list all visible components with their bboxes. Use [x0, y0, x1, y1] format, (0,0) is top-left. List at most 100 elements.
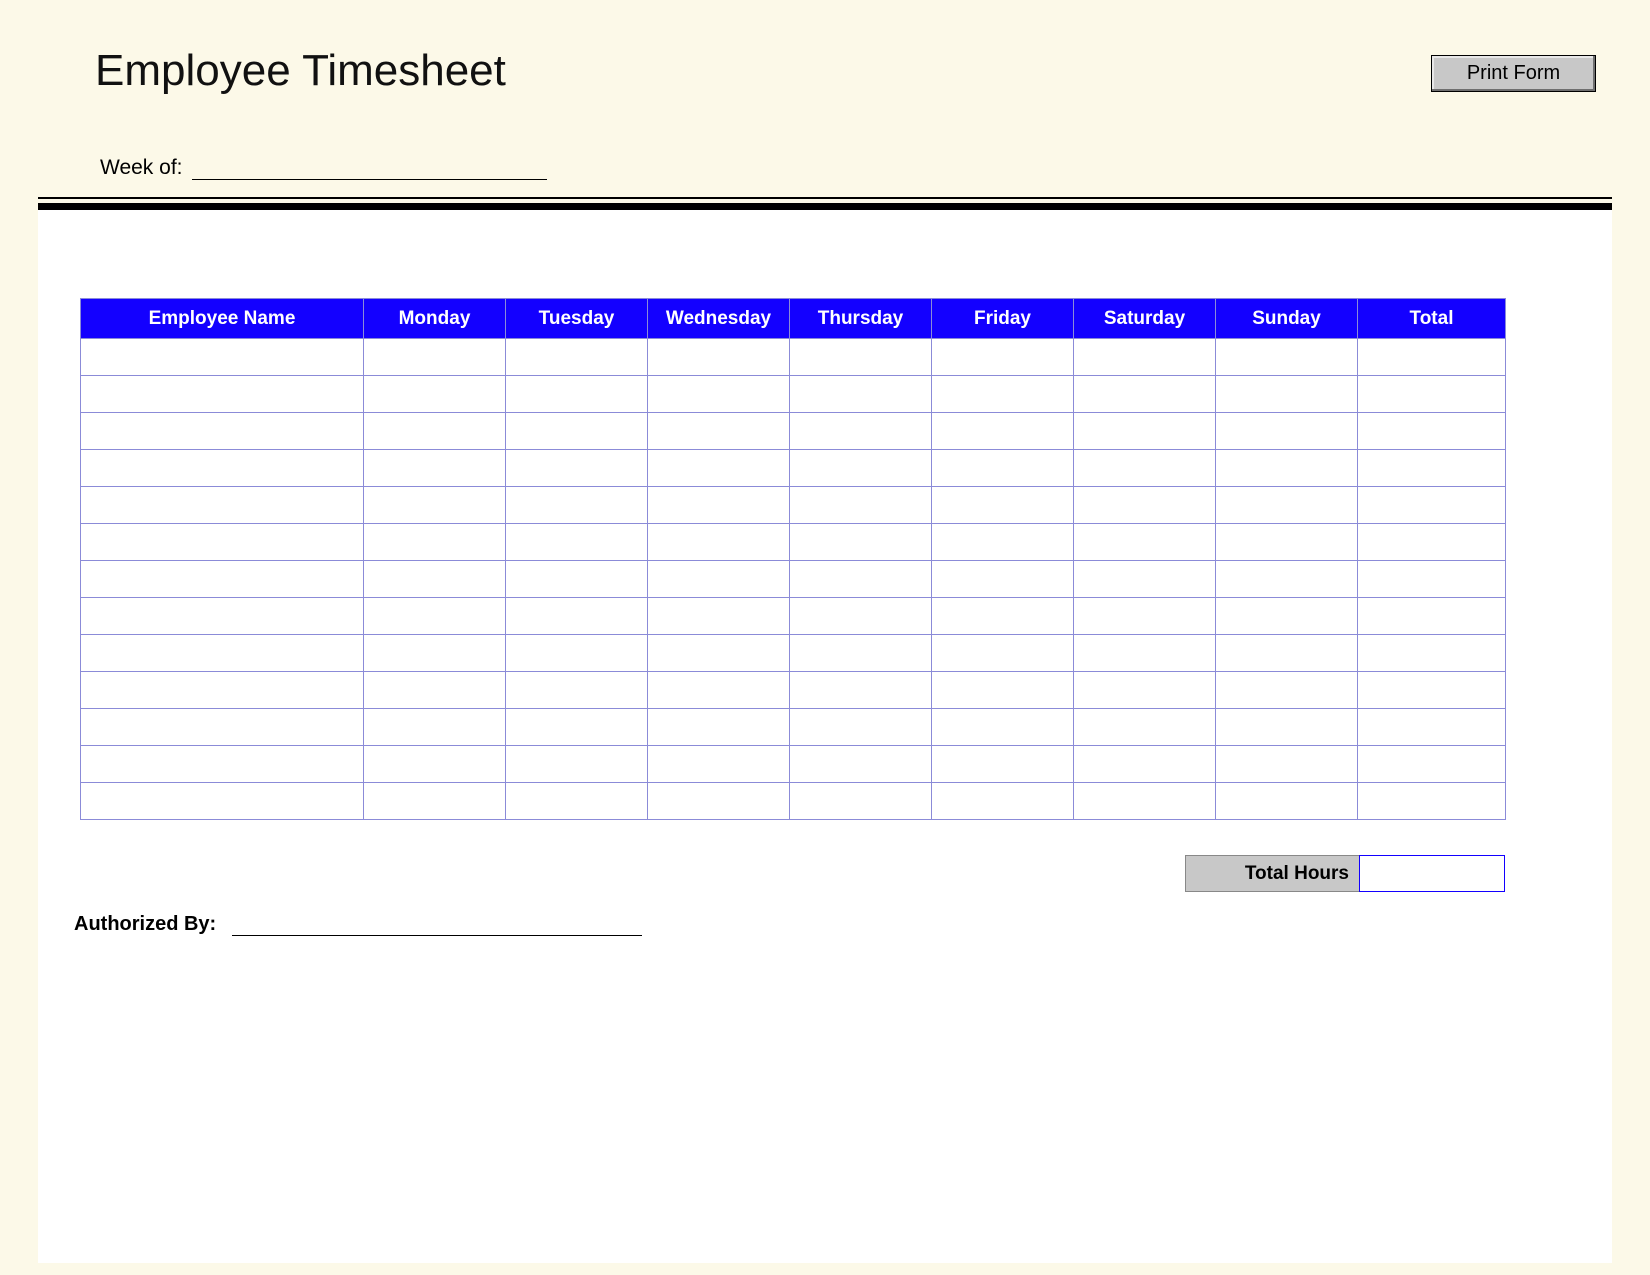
cell[interactable] — [364, 635, 506, 672]
cell[interactable] — [932, 413, 1074, 450]
cell[interactable] — [1216, 709, 1358, 746]
cell[interactable] — [81, 746, 364, 783]
cell[interactable] — [506, 635, 648, 672]
cell[interactable] — [81, 487, 364, 524]
cell[interactable] — [1074, 598, 1216, 635]
cell[interactable] — [1216, 487, 1358, 524]
cell[interactable] — [1074, 561, 1216, 598]
cell[interactable] — [932, 450, 1074, 487]
cell[interactable] — [1358, 746, 1506, 783]
cell[interactable] — [1074, 746, 1216, 783]
cell[interactable] — [506, 524, 648, 561]
cell[interactable] — [364, 339, 506, 376]
cell[interactable] — [648, 376, 790, 413]
cell[interactable] — [790, 524, 932, 561]
print-form-button[interactable]: Print Form — [1431, 55, 1596, 92]
cell[interactable] — [81, 376, 364, 413]
cell[interactable] — [648, 635, 790, 672]
cell[interactable] — [648, 561, 790, 598]
cell[interactable] — [648, 450, 790, 487]
cell[interactable] — [790, 376, 932, 413]
cell[interactable] — [648, 598, 790, 635]
cell[interactable] — [364, 450, 506, 487]
cell[interactable] — [1216, 746, 1358, 783]
cell[interactable] — [790, 635, 932, 672]
cell[interactable] — [1074, 376, 1216, 413]
cell[interactable] — [81, 672, 364, 709]
cell[interactable] — [364, 561, 506, 598]
cell[interactable] — [81, 450, 364, 487]
cell[interactable] — [81, 561, 364, 598]
cell[interactable] — [1358, 561, 1506, 598]
cell[interactable] — [790, 783, 932, 820]
cell[interactable] — [1074, 709, 1216, 746]
cell[interactable] — [81, 635, 364, 672]
cell[interactable] — [364, 672, 506, 709]
cell[interactable] — [1074, 450, 1216, 487]
cell[interactable] — [1358, 709, 1506, 746]
cell[interactable] — [1074, 635, 1216, 672]
cell[interactable] — [1358, 376, 1506, 413]
cell[interactable] — [1216, 598, 1358, 635]
cell[interactable] — [932, 635, 1074, 672]
cell[interactable] — [790, 450, 932, 487]
cell[interactable] — [1358, 672, 1506, 709]
cell[interactable] — [790, 339, 932, 376]
cell[interactable] — [932, 561, 1074, 598]
cell[interactable] — [364, 709, 506, 746]
cell[interactable] — [506, 561, 648, 598]
week-of-input[interactable] — [192, 154, 547, 180]
authorized-by-input[interactable] — [232, 910, 642, 936]
cell[interactable] — [364, 783, 506, 820]
cell[interactable] — [932, 709, 1074, 746]
cell[interactable] — [932, 746, 1074, 783]
cell[interactable] — [648, 487, 790, 524]
cell[interactable] — [81, 598, 364, 635]
cell[interactable] — [1074, 783, 1216, 820]
cell[interactable] — [506, 709, 648, 746]
cell[interactable] — [1358, 598, 1506, 635]
cell[interactable] — [81, 339, 364, 376]
cell[interactable] — [364, 413, 506, 450]
cell[interactable] — [648, 413, 790, 450]
cell[interactable] — [932, 598, 1074, 635]
cell[interactable] — [1074, 413, 1216, 450]
cell[interactable] — [364, 487, 506, 524]
cell[interactable] — [1358, 339, 1506, 376]
cell[interactable] — [1216, 376, 1358, 413]
cell[interactable] — [506, 746, 648, 783]
cell[interactable] — [364, 598, 506, 635]
cell[interactable] — [648, 672, 790, 709]
cell[interactable] — [648, 339, 790, 376]
cell[interactable] — [648, 783, 790, 820]
cell[interactable] — [506, 783, 648, 820]
cell[interactable] — [932, 783, 1074, 820]
cell[interactable] — [364, 376, 506, 413]
cell[interactable] — [648, 709, 790, 746]
cell[interactable] — [1216, 339, 1358, 376]
cell[interactable] — [932, 672, 1074, 709]
cell[interactable] — [790, 672, 932, 709]
cell[interactable] — [932, 524, 1074, 561]
cell[interactable] — [364, 524, 506, 561]
cell[interactable] — [81, 524, 364, 561]
cell[interactable] — [506, 376, 648, 413]
cell[interactable] — [1216, 524, 1358, 561]
cell[interactable] — [932, 487, 1074, 524]
cell[interactable] — [1216, 783, 1358, 820]
cell[interactable] — [1074, 487, 1216, 524]
cell[interactable] — [1358, 413, 1506, 450]
cell[interactable] — [648, 524, 790, 561]
cell[interactable] — [1358, 450, 1506, 487]
cell[interactable] — [506, 598, 648, 635]
cell[interactable] — [506, 487, 648, 524]
cell[interactable] — [506, 672, 648, 709]
cell[interactable] — [506, 450, 648, 487]
cell[interactable] — [506, 339, 648, 376]
cell[interactable] — [81, 413, 364, 450]
cell[interactable] — [790, 598, 932, 635]
cell[interactable] — [1074, 339, 1216, 376]
cell[interactable] — [790, 487, 932, 524]
cell[interactable] — [1358, 783, 1506, 820]
total-hours-input[interactable] — [1359, 855, 1505, 892]
